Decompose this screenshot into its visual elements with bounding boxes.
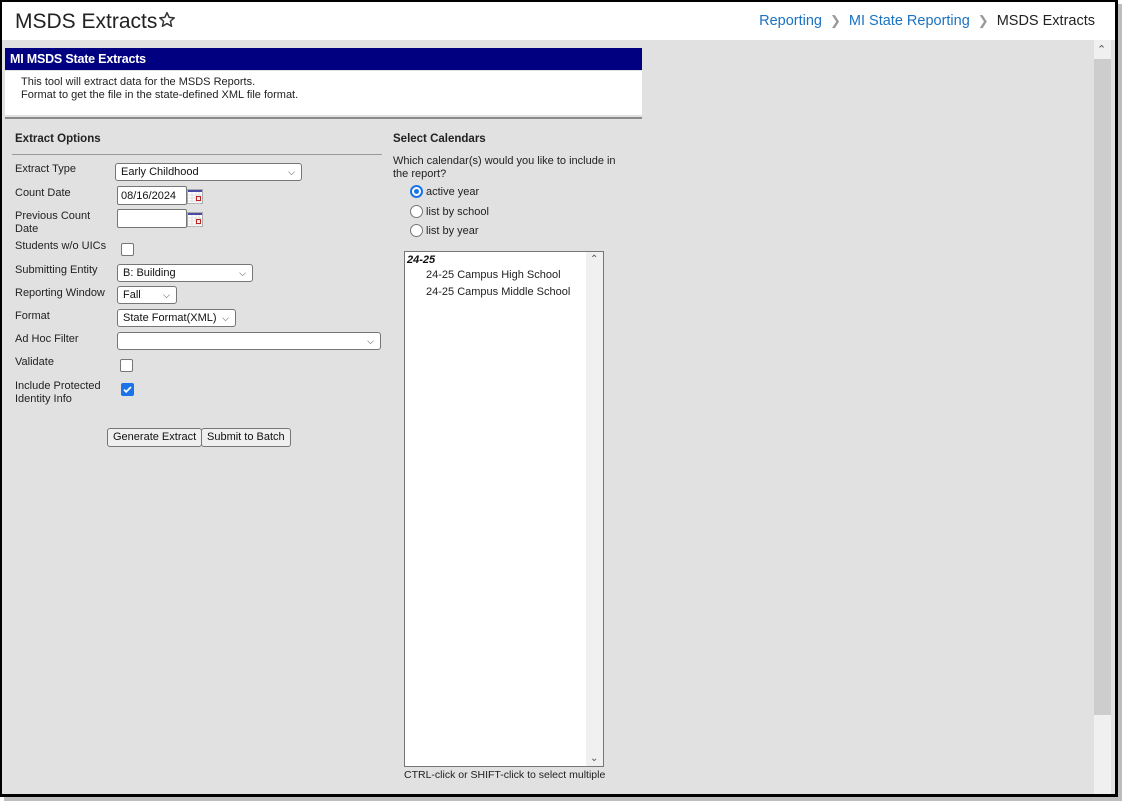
reporting-window-value: Fall — [123, 289, 141, 301]
validate-label: Validate — [15, 356, 54, 368]
calendar-option[interactable]: 24-25 Campus High School — [426, 269, 561, 281]
scrollbar-thumb[interactable] — [1094, 59, 1111, 715]
description-line: Format to get the file in the state-defi… — [21, 89, 299, 101]
label-line: Identity Info — [15, 393, 72, 405]
extract-options-title: Extract Options — [15, 133, 101, 145]
breadcrumb: Reporting ❯ MI State Reporting ❯ MSDS Ex… — [759, 13, 1095, 29]
calendar-listbox[interactable]: 24-25 24-25 Campus High School 24-25 Cam… — [404, 251, 604, 767]
submitting-entity-value: B: Building — [123, 267, 176, 279]
star-outline-icon[interactable] — [157, 10, 177, 30]
count-date-label: Count Date — [15, 187, 71, 199]
extract-type-select[interactable]: Early Childhood ⌵ — [115, 163, 302, 181]
label-line: Include Protected — [15, 380, 101, 392]
top-bar: MSDS Extracts Reporting ❯ MI State Repor… — [2, 2, 1115, 40]
radio-list-by-year-label[interactable]: list by year — [426, 225, 479, 237]
calendar-option[interactable]: 24-25 Campus Middle School — [426, 286, 570, 298]
reporting-window-label: Reporting Window — [15, 287, 105, 299]
select-calendars-title: Select Calendars — [393, 133, 486, 145]
calendar-group-label: 24-25 — [407, 254, 436, 266]
page-scrollbar[interactable]: ⌃ — [1094, 40, 1111, 794]
radio-list-by-school-label[interactable]: list by school — [426, 206, 489, 218]
chevron-down-icon: ⌵ — [222, 313, 229, 323]
scroll-up-icon[interactable]: ⌃ — [1097, 43, 1106, 56]
radio-list-by-school[interactable] — [410, 205, 423, 218]
panel-title: MI MSDS State Extracts — [5, 48, 642, 70]
radio-active-year[interactable] — [410, 185, 423, 198]
generate-extract-button[interactable]: Generate Extract — [107, 428, 203, 447]
calendar-question: Which calendar(s) would you like to incl… — [393, 155, 616, 181]
calendar-icon[interactable] — [187, 189, 203, 204]
extract-type-label: Extract Type — [15, 163, 76, 175]
page-title: MSDS Extracts — [15, 10, 158, 33]
divider — [5, 117, 642, 119]
radio-list-by-year[interactable] — [410, 224, 423, 237]
label-line: Date — [15, 223, 39, 235]
extract-type-value: Early Childhood — [121, 166, 199, 178]
include-protected-identity-label: Include Protected Identity Info — [15, 380, 101, 406]
chevron-down-icon: ⌵ — [239, 268, 246, 278]
previous-count-date-input[interactable] — [117, 209, 187, 228]
multi-select-hint: CTRL-click or SHIFT-click to select mult… — [404, 769, 606, 781]
question-line: the report? — [393, 168, 447, 180]
chevron-right-icon: ❯ — [977, 13, 989, 28]
checkmark-icon — [123, 386, 132, 394]
breadcrumb-mi-state-reporting[interactable]: MI State Reporting — [849, 13, 970, 29]
format-select[interactable]: State Format(XML) ⌵ — [117, 309, 236, 327]
submitting-entity-select[interactable]: B: Building ⌵ — [117, 264, 253, 282]
ad-hoc-filter-label: Ad Hoc Filter — [15, 333, 79, 345]
include-protected-identity-checkbox[interactable] — [121, 383, 134, 396]
format-label: Format — [15, 310, 50, 322]
chevron-down-icon: ⌵ — [288, 167, 295, 177]
students-without-uics-checkbox[interactable] — [121, 243, 134, 256]
chevron-right-icon: ❯ — [829, 13, 841, 28]
previous-count-date-label: Previous Count Date — [15, 210, 90, 236]
chevron-down-icon: ⌵ — [163, 290, 170, 300]
scroll-up-icon[interactable]: ⌃ — [590, 254, 598, 265]
submit-to-batch-button[interactable]: Submit to Batch — [201, 428, 291, 447]
scroll-down-icon[interactable]: ⌄ — [590, 753, 598, 764]
label-line: Previous Count — [15, 210, 91, 222]
format-value: State Format(XML) — [123, 312, 217, 324]
validate-checkbox[interactable] — [120, 359, 133, 372]
breadcrumb-current: MSDS Extracts — [996, 13, 1095, 29]
app-window: MSDS Extracts Reporting ❯ MI State Repor… — [0, 0, 1118, 797]
calendar-icon[interactable] — [187, 212, 203, 227]
description-line: This tool will extract data for the MSDS… — [21, 76, 256, 88]
reporting-window-select[interactable]: Fall ⌵ — [117, 286, 177, 304]
ad-hoc-filter-select[interactable]: ⌵ — [117, 332, 381, 350]
listbox-scrollbar[interactable]: ⌃ ⌄ — [586, 252, 603, 766]
chevron-down-icon: ⌵ — [367, 336, 374, 346]
window-shadow — [1118, 4, 1122, 801]
window-shadow — [4, 797, 1122, 801]
question-line: Which calendar(s) would you like to incl… — [393, 155, 616, 167]
count-date-input[interactable]: 08/16/2024 — [117, 186, 187, 205]
panel-description: This tool will extract data for the MSDS… — [5, 71, 642, 115]
divider — [12, 154, 382, 155]
breadcrumb-reporting[interactable]: Reporting — [759, 13, 822, 29]
content-area: MI MSDS State Extracts This tool will ex… — [2, 40, 1094, 794]
radio-active-year-label[interactable]: active year — [426, 186, 479, 198]
students-without-uics-label: Students w/o UICs — [15, 240, 107, 252]
submitting-entity-label: Submitting Entity — [15, 264, 98, 276]
